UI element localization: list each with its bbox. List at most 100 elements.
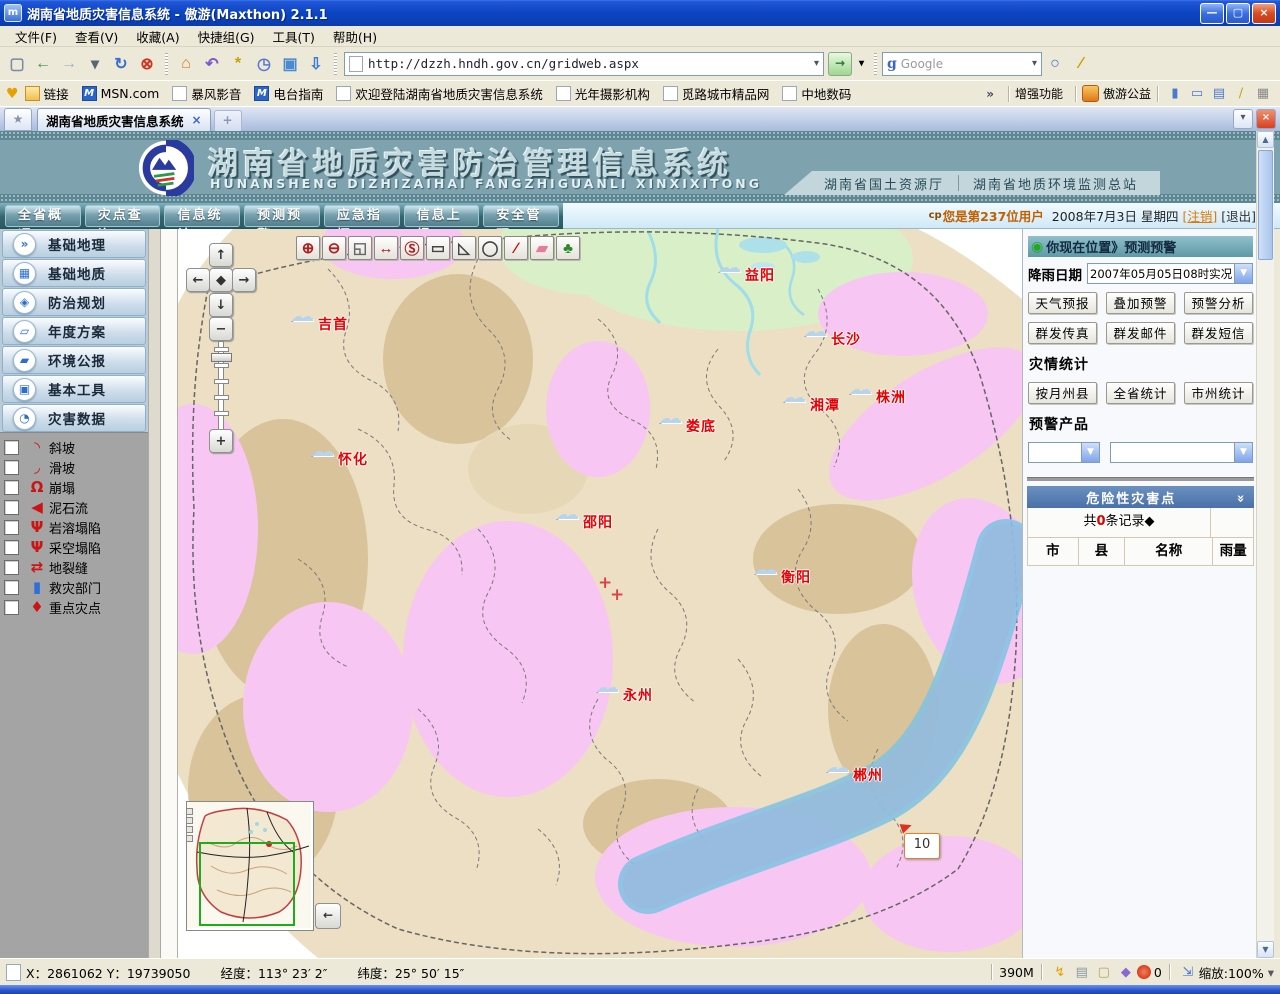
sidebar-item-base-geology[interactable]: ▦ 基础地质 xyxy=(2,259,146,287)
tool-pan-button[interactable]: ◱ xyxy=(348,236,372,260)
sidebar-item-annual-plan[interactable]: ▱ 年度方案 xyxy=(2,317,146,345)
sidebar-item-env-bulletin[interactable]: ▰ 环境公报 xyxy=(2,346,146,374)
panel-button[interactable]: 群发邮件 xyxy=(1106,322,1175,344)
tool-select-rect-button[interactable]: ▭ xyxy=(426,236,450,260)
layer-karst-subsidence[interactable]: Ψ 岩溶塌陷 xyxy=(0,517,148,537)
nav-tab[interactable]: 全省概况 xyxy=(5,205,81,227)
city-label[interactable]: ☁☁ 邵阳 xyxy=(583,512,613,532)
column-header[interactable]: 县 xyxy=(1079,538,1126,565)
sidebar-item-basic-tools[interactable]: ▣ 基本工具 xyxy=(2,375,146,403)
city-label[interactable]: ☁☁ 衡阳 xyxy=(781,567,811,587)
nav-tab[interactable]: 信息统计 xyxy=(164,205,240,227)
menu-item[interactable]: 帮助(H) xyxy=(324,25,386,48)
panel-button[interactable]: 群发传真 xyxy=(1028,322,1097,344)
restore-button[interactable]: ▢ xyxy=(1226,3,1250,24)
panel-button[interactable]: 群发短信 xyxy=(1184,322,1253,344)
minimize-button[interactable]: — xyxy=(1200,3,1224,24)
tool-select-circle-button[interactable]: ◯ xyxy=(478,236,502,260)
city-label[interactable]: ☁☁ 长沙 xyxy=(831,329,861,349)
layer-checkbox[interactable] xyxy=(4,520,19,535)
resize-icon[interactable]: ⇲ xyxy=(1179,965,1197,980)
zoom-in-slider-button[interactable]: + xyxy=(209,429,233,453)
city-label[interactable]: ☁☁ 益阳 xyxy=(745,265,775,285)
layer-mining-subsidence[interactable]: Ψ 采空塌陷 xyxy=(0,537,148,557)
page-scrollbar[interactable]: ▲ ▼ xyxy=(1256,131,1274,958)
panel-button[interactable]: 预警分析 xyxy=(1184,292,1253,314)
history-dropdown-button[interactable]: ▾ xyxy=(82,51,108,77)
scroll-thumb[interactable] xyxy=(1258,150,1273,260)
history-clock-button[interactable]: ◷ xyxy=(251,51,277,77)
tool-scale-button[interactable]: Ⓢ xyxy=(400,236,424,260)
layer-debris-flow[interactable]: ◀ 泥石流 xyxy=(0,497,148,517)
product-select-1[interactable]: ▼ xyxy=(1028,442,1100,463)
blocked-count-icon[interactable] xyxy=(1137,965,1151,979)
tab-star-button[interactable]: ★ xyxy=(4,108,32,131)
pen-icon[interactable]: ∕ xyxy=(1233,86,1249,102)
menu-item[interactable]: 快捷组(G) xyxy=(189,25,264,48)
close-button[interactable]: × xyxy=(1252,3,1276,24)
city-label[interactable]: ☁☁ 株洲 xyxy=(876,387,906,407)
zoom-out-slider-button[interactable]: − xyxy=(209,317,233,341)
menu-item[interactable]: 文件(F) xyxy=(6,25,66,48)
scroll-down-button[interactable]: ▼ xyxy=(1257,941,1274,958)
layer-checkbox[interactable] xyxy=(4,600,19,615)
layer-checkbox[interactable] xyxy=(4,480,19,495)
rainfall-flag-marker[interactable]: 10 xyxy=(904,833,940,859)
exit-link[interactable]: [退出] xyxy=(1221,206,1256,225)
user-icon[interactable]: ▮ xyxy=(1167,86,1183,102)
highlight-button[interactable]: ∕ xyxy=(1068,51,1094,77)
status-plugin-icon[interactable]: ◆ xyxy=(1117,965,1135,980)
collapsed-panel-strip[interactable] xyxy=(161,229,178,958)
back-button[interactable]: ← xyxy=(30,51,56,77)
tool-zoom-in-button[interactable]: ⊕ xyxy=(296,236,320,260)
tab-active[interactable]: 湖南省地质灾害信息系统 × xyxy=(37,108,211,131)
layer-landslide[interactable]: ◞ 滑坡 xyxy=(0,457,148,477)
layer-ground-fissure[interactable]: ⇄ 地裂缝 xyxy=(0,557,148,577)
tool-measure-button[interactable]: ↔ xyxy=(374,236,398,260)
go-options-button[interactable]: ▾ xyxy=(854,51,869,77)
column-header[interactable]: 雨量 xyxy=(1213,538,1253,565)
collapse-chevron-icon[interactable]: « xyxy=(1233,492,1248,502)
layer-key-sites[interactable]: ♦ 重点灾点 xyxy=(0,597,148,617)
search-dropdown-icon[interactable]: ▾ xyxy=(1032,58,1037,69)
bookmark-links[interactable]: 链接 xyxy=(25,84,69,103)
favorites-icon[interactable]: ♥ xyxy=(6,86,19,102)
link-land-resources[interactable]: 湖南省国土资源厅 xyxy=(824,174,944,193)
rain-date-select[interactable]: 2007年05月05日08时实况 ▼ xyxy=(1087,263,1253,284)
select-arrow-icon[interactable]: ▼ xyxy=(1081,443,1099,462)
search-input[interactable]: Google xyxy=(901,57,1032,71)
sidebar-splitter[interactable] xyxy=(148,229,161,958)
select-arrow-icon[interactable]: ▼ xyxy=(1234,264,1252,283)
refresh-button[interactable]: ↻ xyxy=(108,51,134,77)
overview-minimap[interactable] xyxy=(186,801,314,931)
bookmark-baofeng[interactable]: 暴风影音 xyxy=(172,84,241,103)
search-box[interactable]: g Google ▾ xyxy=(882,52,1042,76)
bookmark-milu[interactable]: 觅路城市精品网 xyxy=(663,84,770,103)
forward-button[interactable]: → xyxy=(56,51,82,77)
status-proxy-icon[interactable]: ▤ xyxy=(1073,965,1091,980)
layer-rescue-dept[interactable]: ▮ 救灾部门 xyxy=(0,577,148,597)
notes-icon[interactable]: ▤ xyxy=(1211,86,1227,102)
go-button[interactable]: → xyxy=(828,52,852,76)
city-label[interactable]: ☁☁ 娄底 xyxy=(686,416,716,436)
tool-draw-redline-button[interactable]: ∕ xyxy=(504,236,528,260)
pan-left-button[interactable]: ← xyxy=(186,268,210,292)
city-label[interactable]: ☁☁ 郴州 xyxy=(853,765,883,785)
layer-checkbox[interactable] xyxy=(4,440,19,455)
city-label[interactable]: ☁☁ 永州 xyxy=(623,685,653,705)
nav-tab[interactable]: 安全管理 xyxy=(483,205,559,227)
zoom-caret-icon[interactable]: ▾ xyxy=(1268,965,1274,980)
link-geo-monitor[interactable]: 湖南省地质环境监测总站 xyxy=(973,174,1138,193)
nav-tab[interactable]: 应急指挥 xyxy=(324,205,400,227)
panel-button[interactable]: 全省统计 xyxy=(1106,382,1175,404)
bookmark-hunan-system[interactable]: 欢迎登陆湖南省地质灾害信息系统 xyxy=(336,84,543,103)
bookmark-msn[interactable]: MSN.com xyxy=(82,84,160,103)
zoom-level[interactable]: 缩放:100% xyxy=(1199,963,1264,982)
city-label[interactable]: ☁☁ 怀化 xyxy=(338,449,368,469)
menu-item[interactable]: 工具(T) xyxy=(264,25,324,48)
column-header[interactable]: 名称 xyxy=(1125,538,1213,565)
sidebar-item-prevention-plan[interactable]: ◈ 防治规划 xyxy=(2,288,146,316)
undo-button[interactable]: ↶ xyxy=(199,51,225,77)
skin-icon[interactable]: ▦ xyxy=(1255,86,1271,102)
url-dropdown-icon[interactable]: ▾ xyxy=(814,58,819,69)
